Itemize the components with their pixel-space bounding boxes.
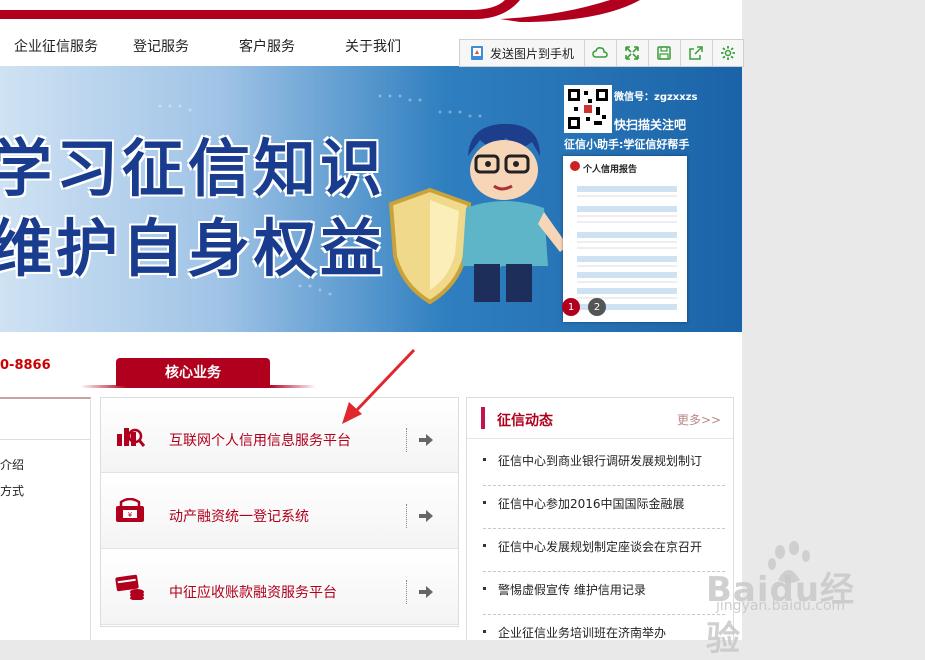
wechat-qr-code [564, 85, 612, 133]
page: 企业征信服务 登记服务 客户服务 关于我们 学习征信知识 维护自身权益 微信号：… [0, 0, 742, 640]
cloud-button[interactable] [584, 40, 617, 66]
arrow-right-icon [419, 586, 433, 598]
bullet-icon [483, 544, 486, 547]
nav-item-about-us[interactable]: 关于我们 [345, 36, 401, 56]
browser-toolbar: 发送图片到手机 [459, 39, 744, 67]
share-button[interactable] [680, 40, 713, 66]
bullet-icon [483, 458, 486, 461]
settings-button[interactable] [712, 40, 744, 66]
chart-search-icon [117, 428, 145, 447]
news-item[interactable]: 征信中心发展规划制定座谈会在京召开 [483, 529, 725, 572]
cloud-icon [592, 47, 608, 58]
biz-divider [406, 580, 407, 604]
hotline-number: 0-8866 [0, 358, 51, 373]
bullet-icon [483, 501, 486, 504]
left-panel-divider [0, 439, 90, 440]
expand-icon [625, 46, 639, 60]
core-tab-underline [80, 385, 316, 388]
biz-item-movable-property-registry[interactable]: ¥ 动产融资统一登记系统 [101, 474, 458, 549]
save-button[interactable] [648, 40, 681, 66]
receivables-icon [115, 574, 144, 600]
credit-report-image: 个人信用报告 [563, 156, 687, 322]
core-business-list: 互联网个人信用信息服务平台 ¥ 动产融资统一登记系统 中征应收账款融资服务平台 [100, 397, 459, 627]
news-title: 征信动态 [497, 413, 553, 429]
news-accent-bar [481, 407, 485, 429]
bullet-icon [483, 630, 486, 633]
biz-label: 中征应收账款融资服务平台 [169, 585, 337, 601]
bullet-icon [483, 587, 486, 590]
news-item-text: 企业征信业务培训班在济南举办 [498, 626, 667, 640]
biz-divider [406, 504, 407, 528]
news-item[interactable]: 企业征信业务培训班在济南举办 [483, 615, 725, 640]
arrow-right-icon [419, 510, 433, 522]
settings-icon [721, 46, 735, 60]
left-link-contact[interactable]: 方式 [0, 482, 24, 499]
phone-send-icon [471, 46, 483, 60]
assistant-text: 征信小助手:学征信好帮手 [564, 138, 690, 151]
share-icon [689, 46, 703, 60]
banner-headline-1: 学习征信知识 [0, 132, 387, 205]
news-item-text: 征信中心参加2016中国国际金融展 [498, 497, 685, 511]
news-panel: 征信动态 更多>> 征信中心到商业银行调研发展规划制订 征信中心参加2016中国… [466, 397, 734, 640]
biz-label: 动产融资统一登记系统 [169, 509, 309, 525]
send-to-phone-button[interactable]: 发送图片到手机 [460, 40, 585, 66]
news-item-text: 征信中心发展规划制定座谈会在京召开 [498, 540, 703, 554]
news-header: 征信动态 更多>> [467, 398, 733, 439]
core-business-tab[interactable]: 核心业务 [116, 358, 270, 386]
biz-item-receivables-platform[interactable]: 中征应收账款融资服务平台 [101, 550, 458, 625]
expand-button[interactable] [616, 40, 649, 66]
news-item-text: 征信中心到商业银行调研发展规划制订 [498, 454, 703, 468]
slide-dot-1[interactable]: 1 [562, 298, 580, 316]
save-icon [657, 46, 671, 60]
registry-icon: ¥ [116, 498, 144, 522]
send-to-phone-label: 发送图片到手机 [490, 46, 575, 61]
scan-prompt: 快扫描关注吧 [614, 118, 687, 132]
news-item[interactable]: 征信中心参加2016中国国际金融展 [483, 486, 725, 529]
left-link-intro[interactable]: 介绍 [0, 456, 24, 473]
biz-divider [406, 428, 407, 452]
baidu-watermark: Baidu经验 jingyan.baidu.com [706, 540, 886, 659]
hero-banner[interactable]: 学习征信知识 维护自身权益 微信号：zgzxxzs 快扫描关注吧 征信小助手:学… [0, 66, 742, 332]
arrow-right-icon [419, 434, 433, 446]
top-decoration [0, 0, 742, 24]
news-item[interactable]: 征信中心到商业银行调研发展规划制订 [483, 443, 725, 486]
cartoon-character [462, 123, 568, 302]
news-item-text: 警惕虚假宣传 维护信用记录 [498, 583, 646, 597]
svg-text:¥: ¥ [128, 511, 133, 519]
news-more-link[interactable]: 更多>> [677, 411, 721, 428]
nav-item-registration[interactable]: 登记服务 [133, 36, 189, 56]
nav-item-enterprise-credit[interactable]: 企业征信服务 [14, 36, 98, 56]
biz-label: 互联网个人信用信息服务平台 [169, 433, 351, 449]
banner-headline-2: 维护自身权益 [0, 212, 387, 285]
nav-item-customer-service[interactable]: 客户服务 [239, 36, 295, 56]
wechat-id: 微信号：zgzxxzs [614, 92, 698, 103]
biz-item-personal-credit-platform[interactable]: 互联网个人信用信息服务平台 [101, 398, 458, 473]
left-panel: 介绍 方式 [0, 397, 91, 640]
news-item[interactable]: 警惕虚假宣传 维护信用记录 [483, 572, 725, 615]
slide-dot-2[interactable]: 2 [588, 298, 606, 316]
watermark-url: jingyan.baidu.com [716, 598, 846, 614]
